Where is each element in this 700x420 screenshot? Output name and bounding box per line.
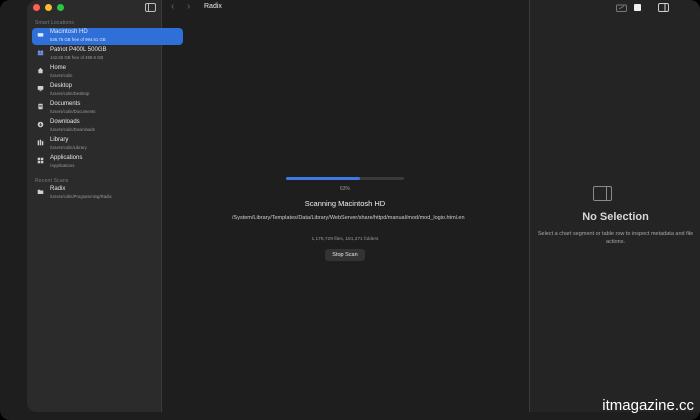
- sidebar-item-subtitle: /Users/colin/Documents: [50, 109, 96, 114]
- sidebar-item-label: Radix: [50, 186, 66, 192]
- scan-current-path: /System/Library/Templates/Data/Library/W…: [232, 215, 465, 221]
- folder-icon: [37, 189, 44, 194]
- scan-progress-bar: [286, 177, 404, 180]
- back-icon[interactable]: ‹: [171, 2, 174, 12]
- inspector-panel: No Selection Select a chart segment or t…: [529, 0, 700, 412]
- sidebar-item-label: Applications: [50, 155, 83, 161]
- share-icon[interactable]: [616, 4, 627, 12]
- sidebar-item-patriot[interactable]: Patriot P400L 500GB 142.55 GB free of 49…: [32, 46, 183, 63]
- home-icon: [37, 67, 44, 74]
- sidebar-item-macintosh-hd[interactable]: Macintosh HD 536.76 GB free of 994.61 GB: [32, 28, 183, 45]
- sidebar-item-radix[interactable]: Radix /Users/colin/Programming/Radix: [32, 185, 183, 202]
- drive-icon: [37, 33, 44, 37]
- traffic-lights: [33, 4, 64, 11]
- desktop-icon: [37, 86, 44, 92]
- app-window: Smart Locations Macintosh HD 536.76 GB f…: [0, 0, 700, 420]
- section-title-recent: Recent Scans: [35, 178, 69, 184]
- inspector-toggle-icon[interactable]: [658, 3, 669, 12]
- stop-scan-button[interactable]: Stop Scan: [325, 249, 365, 261]
- inspector-title: No Selection: [582, 211, 649, 223]
- sidebar-item-downloads[interactable]: Downloads /Users/colin/Downloads: [32, 118, 183, 135]
- sidebar-item-label: Documents: [50, 101, 81, 107]
- sidebar-item-home[interactable]: Home /Users/colin: [32, 64, 183, 81]
- sidebar-item-label: Patriot P400L 500GB: [50, 47, 107, 53]
- sidebar-item-label: Home: [50, 65, 67, 71]
- scan-percent: 63%: [339, 186, 350, 192]
- theme-toggle-icon[interactable]: [634, 4, 641, 11]
- sidebar-item-desktop[interactable]: Desktop /Users/colin/Desktop: [32, 82, 183, 99]
- sidebar-item-subtitle: /Users/colin/Downloads: [50, 127, 95, 132]
- minimize-window-button[interactable]: [45, 4, 52, 11]
- external-drive-icon: [37, 50, 44, 56]
- scan-progress-fill: [286, 177, 361, 180]
- sidebar-item-label: Downloads: [50, 119, 80, 125]
- close-window-button[interactable]: [33, 4, 40, 11]
- forward-icon[interactable]: ›: [187, 2, 190, 12]
- sidebar-item-subtitle: /Applications: [50, 163, 75, 168]
- sidebar-item-library[interactable]: Library /Users/colin/Library: [32, 136, 183, 153]
- inspector-placeholder-icon: [593, 186, 612, 201]
- sidebar-item-applications[interactable]: Applications /Applications: [32, 154, 183, 171]
- grid-icon: [37, 157, 44, 164]
- inspector-hint: Select a chart segment or table row to i…: [537, 231, 694, 245]
- sidebar-item-label: Library: [50, 137, 69, 143]
- library-icon: [37, 139, 44, 146]
- window-title: Radix: [204, 3, 222, 10]
- zoom-window-button[interactable]: [57, 4, 64, 11]
- sidebar-item-subtitle: /Users/colin/Desktop: [50, 91, 90, 96]
- sidebar-item-label: Desktop: [50, 83, 73, 89]
- scan-panel: 63% Scanning Macintosh HD /System/Librar…: [162, 16, 528, 412]
- scan-counts: 1,176,729 files, 181,271 folders: [311, 237, 379, 242]
- watermark: itmagazine.cc: [602, 397, 694, 414]
- sidebar-item-label: Macintosh HD: [50, 29, 88, 35]
- document-icon: [38, 103, 43, 110]
- sidebar-toggle-icon[interactable]: [145, 3, 156, 12]
- download-icon: [37, 121, 44, 128]
- sidebar: Smart Locations Macintosh HD 536.76 GB f…: [27, 0, 183, 412]
- section-title-locations: Smart Locations: [35, 20, 75, 26]
- sidebar-item-subtitle: /Users/colin/Library: [50, 145, 87, 150]
- sidebar-item-subtitle: /Users/colin/Programming/Radix: [50, 194, 112, 199]
- sidebar-item-subtitle: /Users/colin: [50, 73, 73, 78]
- scan-title: Scanning Macintosh HD: [304, 199, 386, 208]
- sidebar-item-documents[interactable]: Documents /Users/colin/Documents: [32, 100, 183, 117]
- sidebar-item-subtitle: 536.76 GB free of 994.61 GB: [50, 37, 106, 42]
- sidebar-item-subtitle: 142.55 GB free of 499.9 GB: [50, 55, 104, 60]
